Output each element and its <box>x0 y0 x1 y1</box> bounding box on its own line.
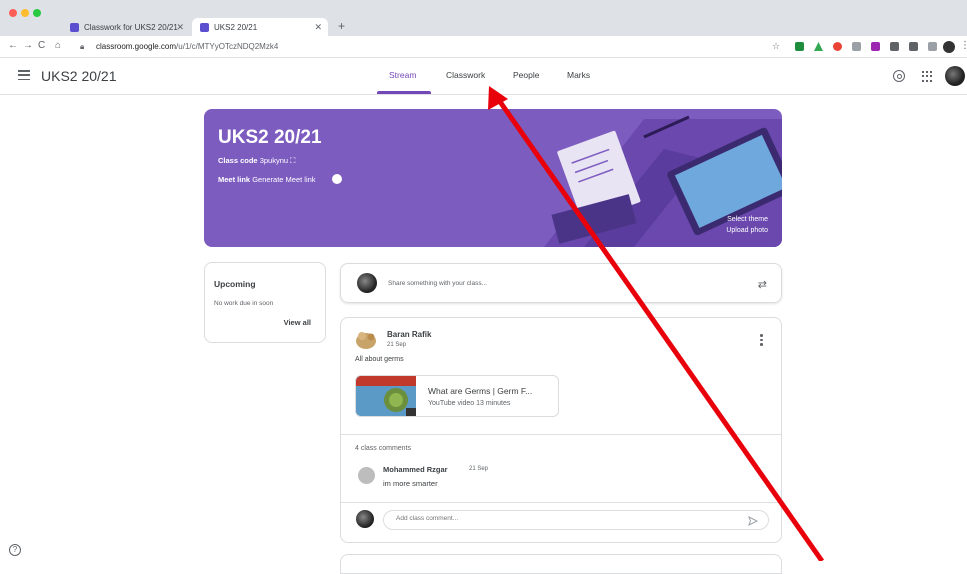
bookmark-star-icon[interactable]: ☆ <box>772 41 780 52</box>
comment-date: 21 Sep <box>469 466 489 472</box>
divider <box>341 502 781 503</box>
class-code-value: 3pukynu <box>259 156 289 165</box>
view-all-link[interactable]: View all <box>284 318 311 327</box>
extension-icon[interactable] <box>852 42 861 51</box>
comment-input-box[interactable] <box>383 510 769 530</box>
post-author: Baran Rafik <box>387 330 432 339</box>
url-field[interactable]: classroom.google.com/u/1/c/MTYyOTczNDQ2M… <box>96 42 278 51</box>
post-date: 21 Sep <box>387 342 407 348</box>
browser-tab-classwork[interactable]: Classwork for UKS2 20/21 ✕ <box>62 18 190 36</box>
extension-icon[interactable] <box>871 42 880 51</box>
tab-label: Classwork for UKS2 20/21 <box>84 22 178 32</box>
upload-photo-link[interactable]: Upload photo <box>726 227 768 234</box>
meet-link-label: Meet link <box>218 175 251 184</box>
video-camera-icon[interactable] <box>332 174 342 184</box>
tab-marks[interactable]: Marks <box>567 70 590 80</box>
browser-menu-icon[interactable]: ⋮ <box>960 40 967 51</box>
attachment-meta: YouTube video 13 minutes <box>428 400 511 407</box>
upcoming-title: Upcoming <box>214 279 256 289</box>
next-post-card <box>340 554 782 574</box>
minimize-window-icon[interactable] <box>21 9 29 17</box>
comment-input[interactable] <box>396 515 726 522</box>
header-class-title[interactable]: UKS2 20/21 <box>41 68 117 84</box>
puzzle-icon[interactable] <box>909 42 918 51</box>
post-body: All about germs <box>355 356 404 363</box>
tab-stream[interactable]: Stream <box>389 70 416 80</box>
meet-link-row: Meet link Generate Meet link <box>218 175 316 184</box>
tab-classwork[interactable]: Classwork <box>446 70 485 80</box>
youtube-attachment[interactable]: What are Germs | Germ F... YouTube video… <box>355 375 559 417</box>
drive-icon[interactable] <box>814 42 823 51</box>
home-icon[interactable]: ⌂ <box>55 40 61 51</box>
close-window-icon[interactable] <box>9 9 17 17</box>
forward-icon[interactable]: → <box>23 40 33 51</box>
avatar <box>356 510 374 528</box>
tab-close-icon[interactable]: ✕ <box>314 22 322 33</box>
more-vert-icon[interactable] <box>760 334 763 348</box>
extension-icon[interactable] <box>890 42 899 51</box>
upcoming-text: No work due in soon <box>214 300 274 307</box>
divider <box>341 434 781 435</box>
stream-post: Baran Rafik 21 Sep All about germs What … <box>340 317 782 543</box>
account-avatar[interactable] <box>945 66 965 86</box>
profile-avatar-icon[interactable] <box>943 41 955 53</box>
comment-avatar <box>358 467 375 484</box>
upcoming-card: Upcoming No work due in soon View all <box>204 262 326 343</box>
comment-text: im more smarter <box>383 479 438 488</box>
send-icon[interactable] <box>748 516 758 526</box>
class-code-label: Class code <box>218 156 258 165</box>
share-box[interactable]: Share something with your class... ⇄ <box>340 263 782 303</box>
select-theme-link[interactable]: Select theme <box>727 216 768 223</box>
avatar <box>357 273 377 293</box>
maximize-window-icon[interactable] <box>33 9 41 17</box>
browser-tab-bar: Classwork for UKS2 20/21 ✕ UKS2 20/21 ✕ … <box>0 0 967 36</box>
apps-grid-icon[interactable] <box>922 71 933 82</box>
attachment-title: What are Germs | Germ F... <box>428 386 533 396</box>
video-thumbnail <box>356 376 416 416</box>
author-avatar <box>356 332 376 349</box>
new-tab-button[interactable]: + <box>338 19 345 33</box>
help-icon[interactable]: ? <box>9 544 21 556</box>
repost-icon[interactable]: ⇄ <box>758 278 767 291</box>
url-path: /u/1/c/MTYyOTczNDQ2Mzk4 <box>176 42 279 51</box>
generate-meet-link[interactable]: Generate Meet link <box>252 175 315 184</box>
classroom-header: UKS2 20/21 Stream Classwork People Marks <box>0 58 967 95</box>
reload-icon[interactable]: C <box>38 40 45 51</box>
gear-icon[interactable] <box>893 70 905 82</box>
active-tab-indicator <box>377 91 431 94</box>
tab-label: UKS2 20/21 <box>214 22 258 32</box>
url-domain: classroom.google.com <box>96 42 177 51</box>
comment-author: Mohammed Rzgar <box>383 465 448 474</box>
reading-list-icon[interactable] <box>928 42 937 51</box>
classroom-favicon-icon <box>200 22 209 32</box>
menu-icon[interactable] <box>18 70 30 81</box>
tab-people[interactable]: People <box>513 70 539 80</box>
classroom-favicon-icon <box>70 22 79 32</box>
expand-icon[interactable]: ⛶ <box>290 156 295 165</box>
banner-class-title: UKS2 20/21 <box>218 127 322 148</box>
browser-address-bar: ← → C ⌂ 🔒︎ classroom.google.com/u/1/c/MT… <box>0 36 967 58</box>
tab-close-icon[interactable]: ✕ <box>176 22 184 33</box>
extension-icon[interactable] <box>833 42 842 51</box>
browser-tab-stream[interactable]: UKS2 20/21 ✕ <box>192 18 328 36</box>
share-placeholder[interactable]: Share something with your class... <box>388 280 487 287</box>
back-icon[interactable]: ← <box>8 40 18 51</box>
class-banner: UKS2 20/21 Class code 3pukynu ⛶ Meet lin… <box>204 109 782 247</box>
class-comments-link[interactable]: 4 class comments <box>355 445 411 452</box>
extension-icon[interactable] <box>795 42 804 51</box>
lock-icon: 🔒︎ <box>80 42 85 51</box>
class-code-row: Class code 3pukynu ⛶ <box>218 156 295 166</box>
